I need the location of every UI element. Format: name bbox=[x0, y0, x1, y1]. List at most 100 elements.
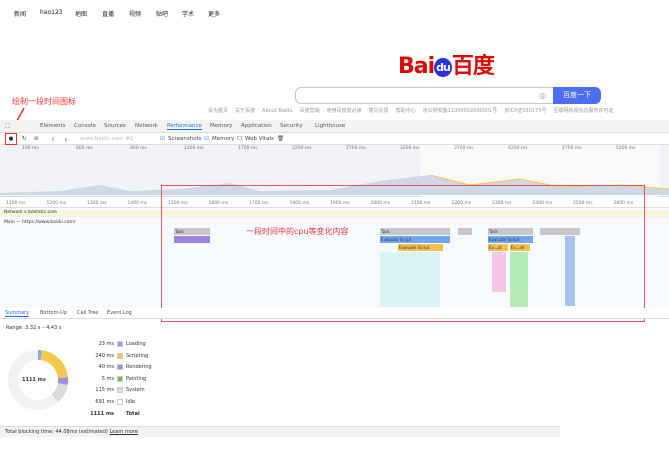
bottom-tabs: Summary Bottom-Up Call Tree Event Log bbox=[0, 308, 669, 319]
ruler-tick: 1300 ms bbox=[87, 201, 107, 206]
nav-hao123[interactable]: hao123 bbox=[40, 9, 63, 16]
nav-live[interactable]: 直播 bbox=[102, 9, 114, 18]
clear-icon[interactable]: ⊘ bbox=[34, 136, 39, 142]
tab-console[interactable]: Console bbox=[74, 123, 96, 129]
web-vitals-label: Web Vitals bbox=[245, 136, 274, 142]
overview-tick: 2700 ms bbox=[346, 146, 366, 151]
overview-tick: 3200 ms bbox=[400, 146, 420, 151]
overview-tick: 1200 ms bbox=[184, 146, 204, 151]
link[interactable]: About Baidu bbox=[262, 108, 293, 114]
search-button[interactable]: 百度一下 bbox=[553, 87, 601, 104]
tab-bottom-up[interactable]: Bottom-Up bbox=[40, 310, 67, 316]
reload-record-icon[interactable]: ↻ bbox=[22, 136, 27, 142]
legend-value: 691 ms bbox=[95, 399, 114, 405]
nav-tieba[interactable]: 贴吧 bbox=[156, 9, 168, 18]
link[interactable]: 设为首页 bbox=[208, 108, 228, 114]
legend-swatch bbox=[117, 341, 123, 347]
memory-label: Memory bbox=[212, 136, 235, 142]
link[interactable]: 京公网安备11000002000001号 bbox=[423, 108, 498, 114]
logo-text: Bai bbox=[398, 54, 435, 79]
performance-toolbar: ● ↻ ⊘ ⭱ ⭳ www.baidu.com #1 ☑ Screenshots… bbox=[0, 133, 669, 145]
overview-tick: 4200 ms bbox=[508, 146, 528, 151]
tab-application[interactable]: Application bbox=[241, 123, 272, 129]
record-button[interactable]: ● bbox=[5, 133, 17, 145]
tab-call-tree[interactable]: Call Tree bbox=[77, 310, 98, 316]
screenshots-label: Screenshots bbox=[168, 136, 202, 142]
profile-select[interactable]: www.baidu.com #1 bbox=[80, 136, 133, 142]
legend-label: Loading bbox=[126, 341, 146, 347]
legend-row: 1111 ms Total bbox=[60, 411, 210, 419]
upload-icon[interactable]: ⭱ bbox=[52, 136, 54, 145]
legend-label: System bbox=[126, 387, 145, 394]
legend-swatch bbox=[117, 375, 123, 382]
nav-news[interactable]: 新闻 bbox=[14, 9, 26, 18]
link[interactable]: 京ICP证030173号 bbox=[504, 108, 546, 114]
link[interactable]: 关于百度 bbox=[235, 108, 255, 114]
legend-row: 5 ms Painting bbox=[60, 375, 210, 384]
search-input[interactable]: ◎ bbox=[295, 87, 555, 104]
main-track[interactable]: Main — https://www.baidu.com/ bbox=[4, 220, 75, 225]
tab-sources[interactable]: Sources bbox=[104, 123, 126, 129]
overview-tick: 5200 ms bbox=[616, 146, 636, 151]
donut-total: 1111 ms bbox=[22, 377, 46, 383]
baidu-logo: Bai du百度 bbox=[398, 48, 495, 80]
logo-text-cn: 百度 bbox=[451, 54, 495, 79]
legend-row: 40 ms Rendering bbox=[60, 364, 210, 372]
blocking-time: Total blocking time: 44.08ms (estimated) bbox=[5, 429, 108, 435]
legend-row: 240 ms Scripting bbox=[60, 352, 210, 361]
legend-value: 40 ms bbox=[98, 364, 114, 371]
ruler-tick: 1200 ms bbox=[46, 201, 67, 206]
legend-label: Scripting bbox=[126, 352, 149, 359]
legend-row: 23 ms Loading bbox=[60, 341, 210, 349]
overview-tick: 900 ms bbox=[130, 146, 147, 151]
tab-memory[interactable]: Memory bbox=[210, 123, 232, 129]
legend-swatch bbox=[117, 399, 123, 405]
tab-event-log[interactable]: Event Log bbox=[107, 310, 132, 316]
web-vitals-checkbox[interactable]: ☐ bbox=[237, 136, 242, 142]
annotation-box bbox=[161, 185, 645, 322]
nav-video[interactable]: 视频 bbox=[129, 9, 141, 18]
memory-checkbox[interactable]: ☑ bbox=[204, 136, 209, 142]
overview-tick: 4700 ms bbox=[562, 146, 582, 151]
overview-tick: 1700 ms bbox=[238, 146, 258, 151]
legend-value: 115 ms bbox=[95, 387, 114, 394]
tab-network[interactable]: Network bbox=[135, 123, 158, 129]
legend-swatch bbox=[117, 387, 123, 394]
screenshots-checkbox[interactable]: ☑ bbox=[160, 136, 165, 142]
tab-security[interactable]: Security bbox=[280, 123, 303, 129]
nav-more[interactable]: 更多 bbox=[208, 9, 220, 18]
link[interactable]: 意见反馈 bbox=[369, 108, 389, 114]
nav-map[interactable]: 地图 bbox=[75, 9, 87, 18]
devtools-tabs: ⬚ Elements Console Sources Network Perfo… bbox=[0, 120, 669, 133]
ruler-tick: 1100 ms bbox=[6, 201, 26, 206]
nav-xueshu[interactable]: 学术 bbox=[182, 9, 194, 18]
inspect-icon[interactable]: ⬚ bbox=[5, 122, 11, 129]
tab-lighthouse[interactable]: Lighthouse bbox=[315, 123, 345, 129]
camera-icon[interactable]: ◎ bbox=[539, 91, 546, 100]
link[interactable]: 互联网新闻信息服务许可证 bbox=[553, 108, 613, 114]
ruler-tick: 1400 ms bbox=[127, 201, 148, 206]
download-icon[interactable]: ⭳ bbox=[65, 136, 67, 145]
footer-links: 设为首页 关于百度 About Baidu 百度营销 使用百度前必读 意见反馈 帮助中心 京公… bbox=[208, 107, 620, 114]
tab-performance[interactable]: Performance bbox=[167, 123, 202, 130]
legend-value: 1111 ms bbox=[90, 410, 114, 417]
legend-row: 115 ms System bbox=[60, 387, 210, 395]
status-footer: Total blocking time: 44.08ms (estimated)… bbox=[0, 426, 560, 437]
overview-tick: 2200 ms bbox=[292, 146, 312, 151]
tab-elements[interactable]: Elements bbox=[40, 123, 66, 129]
legend-label: Idle bbox=[126, 399, 136, 405]
overview-tick: 100 ms bbox=[22, 146, 39, 151]
link[interactable]: 帮助中心 bbox=[396, 108, 416, 114]
legend-value: 240 ms bbox=[95, 352, 114, 359]
legend-label: Total bbox=[126, 410, 140, 417]
range-text: Range: 3.32 s – 4.43 s bbox=[6, 325, 62, 331]
learn-more-link[interactable]: Learn more bbox=[109, 429, 138, 435]
link[interactable]: 使用百度前必读 bbox=[327, 108, 362, 114]
trash-icon[interactable]: 🗑 bbox=[277, 136, 284, 142]
legend-swatch bbox=[117, 352, 123, 359]
link[interactable]: 百度营销 bbox=[300, 108, 320, 114]
legend-row: 691 ms Idle bbox=[60, 399, 210, 407]
overview-tick: 600 ms bbox=[76, 146, 93, 151]
legend-label: Painting bbox=[126, 375, 147, 382]
tab-summary[interactable]: Summary bbox=[5, 310, 30, 317]
